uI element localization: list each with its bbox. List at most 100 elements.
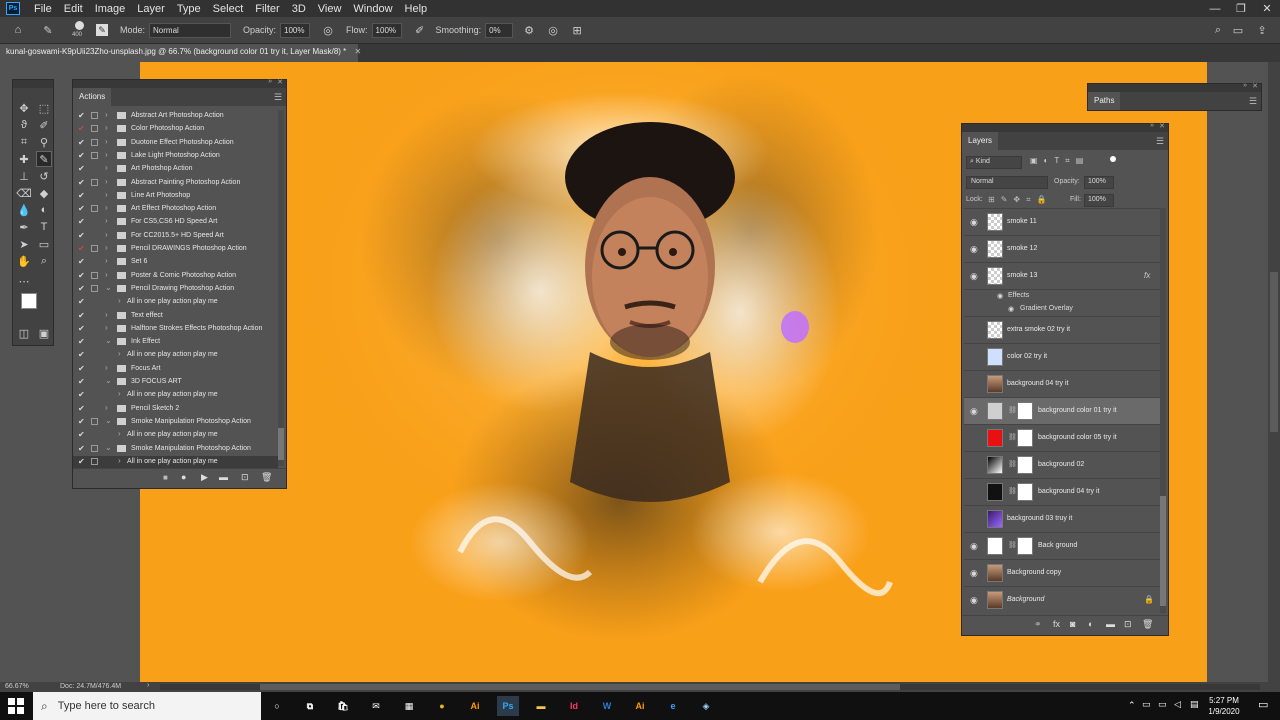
shape-tool-icon[interactable]: ▭ [36, 236, 52, 252]
new-layer-icon[interactable]: ⊡ [1124, 619, 1132, 630]
blend-mode-select[interactable]: Normal [966, 176, 1048, 189]
pressure-size-icon[interactable]: ◎ [545, 22, 561, 38]
action-checkmark-icon[interactable]: ✔ [78, 311, 86, 320]
action-checkmark-icon[interactable]: ✔ [78, 297, 86, 306]
action-set-item[interactable]: ✔ › Duotone Effect Photoshop Action [73, 137, 278, 150]
symmetry-icon[interactable]: ⊞ [569, 22, 585, 38]
cortana-icon[interactable]: ○ [266, 696, 288, 716]
foreground-color-swatch[interactable] [21, 293, 37, 309]
chevron-right-icon[interactable]: › [118, 456, 121, 465]
brush-tool-active-icon[interactable]: ✎ [36, 151, 52, 167]
brush-settings-icon[interactable]: ✎ [96, 24, 108, 36]
action-checkmark-icon[interactable]: ✔ [78, 404, 86, 413]
action-set-item[interactable]: ✔ › Set 6 [73, 256, 278, 269]
new-action-icon[interactable]: ⊡ [241, 472, 249, 483]
chevron-right-icon[interactable]: › [105, 230, 108, 239]
dialog-toggle-icon[interactable] [91, 457, 98, 465]
menu-layer[interactable]: Layer [131, 3, 171, 15]
action-set-item[interactable]: ✔ › Halftone Strokes Effects Photoshop Act… [73, 323, 278, 336]
healing-brush-tool-icon[interactable]: ✚ [16, 151, 32, 167]
type-tool-icon[interactable]: T [36, 219, 52, 235]
flow-field[interactable]: 100% [371, 22, 402, 38]
mode-select[interactable]: Normal [149, 22, 232, 38]
layer-row[interactable]: ◉ Background copy [964, 560, 1160, 587]
action-item[interactable]: ✔ › All in one play action play me [73, 429, 278, 442]
layer-row[interactable]: extra smoke 02 try it [964, 317, 1160, 344]
action-checkmark-icon[interactable]: ✔ [78, 457, 86, 466]
crop-tool-icon[interactable]: ⌗ [16, 134, 32, 150]
action-checkmark-icon[interactable]: ✔ [78, 284, 86, 293]
photoshop-icon[interactable]: Ps [497, 696, 519, 716]
action-checkmark-icon[interactable]: ✔ [78, 138, 86, 147]
chevron-right-icon[interactable]: › [105, 310, 108, 319]
action-checkmark-icon[interactable]: ✔ [78, 271, 86, 280]
zoom-level[interactable]: 66.67% [5, 683, 29, 690]
path-selection-tool-icon[interactable]: ➤ [16, 236, 32, 252]
chevron-down-icon[interactable]: ⌄ [105, 416, 112, 425]
smoothing-field[interactable]: 0% [485, 22, 514, 38]
chevron-right-icon[interactable]: › [105, 363, 108, 372]
chevron-right-icon[interactable]: › [105, 270, 108, 279]
action-checkmark-icon[interactable]: ✔ [78, 244, 86, 253]
action-set-item[interactable]: ✔ ⌄ 3D FOCUS ART [73, 376, 278, 389]
chain-link-icon[interactable]: ⛓ [1008, 406, 1017, 414]
action-item[interactable]: ✔ › All in one play action play me [73, 455, 278, 468]
menu-3d[interactable]: 3D [286, 3, 312, 15]
chevron-right-icon[interactable]: › [105, 163, 108, 172]
volume-icon[interactable]: ◁ [1174, 699, 1181, 710]
taskbar-clock[interactable]: 5:27 PM 1/9/2020 [1206, 695, 1242, 717]
menu-edit[interactable]: Edit [58, 3, 89, 15]
filter-toggle-icon[interactable] [1110, 156, 1116, 162]
chevron-down-icon[interactable]: ⌄ [105, 283, 112, 292]
menu-window[interactable]: Window [347, 3, 398, 15]
tab-layers[interactable]: Layers [962, 132, 999, 150]
dialog-toggle-icon[interactable] [91, 417, 98, 425]
adjustment-layer-icon[interactable]: ◐ [1088, 619, 1093, 629]
history-brush-tool-icon[interactable]: ↺ [36, 168, 52, 184]
chain-link-icon[interactable]: ⛓ [1008, 541, 1017, 549]
task-view-icon[interactable]: ⧉ [299, 696, 321, 716]
chevron-down-icon[interactable]: ⌄ [105, 443, 112, 452]
action-set-item[interactable]: ✔ ⌄ Pencil Drawing Photoshop Action [73, 283, 278, 296]
layer-row[interactable]: ◉ smoke 12 [964, 236, 1160, 263]
collapse-panel-icon[interactable]: » [1243, 82, 1247, 89]
layer-fill-field[interactable]: 100% [1084, 194, 1114, 207]
file-explorer-icon[interactable]: ▬ [530, 696, 552, 716]
layer-row[interactable]: ◉ ⛓ Back ground [964, 533, 1160, 560]
windows-start-icon[interactable] [8, 698, 24, 714]
gradient-overlay-row[interactable]: ◉ Gradient Overlay [964, 303, 1160, 317]
chevron-right-icon[interactable]: › [118, 296, 121, 305]
action-set-item[interactable]: ✔ › Abstract Art Photoshop Action [73, 110, 278, 123]
layer-mask-thumbnail[interactable] [1017, 402, 1033, 420]
app-icon[interactable]: ◈ [695, 696, 717, 716]
panel-menu-icon[interactable]: ☰ [1249, 96, 1257, 107]
action-item[interactable]: ✔ › All in one play action play me [73, 296, 278, 309]
close-document-icon[interactable]: ✕ [355, 47, 362, 56]
status-arrow-icon[interactable]: › [147, 682, 149, 689]
action-set-item[interactable]: ✔ › Focus Art [73, 363, 278, 376]
add-style-icon[interactable]: fx [1053, 619, 1060, 629]
dialog-toggle-icon[interactable] [91, 205, 98, 213]
action-set-item[interactable]: ✔ › Art Effect Photoshop Action [73, 203, 278, 216]
action-checkmark-icon[interactable]: ✔ [78, 324, 86, 333]
dialog-toggle-icon[interactable] [91, 151, 98, 159]
action-checkmark-icon[interactable]: ✔ [78, 417, 86, 426]
action-checkmark-icon[interactable]: ✔ [78, 257, 86, 266]
record-icon[interactable]: ● [181, 472, 186, 482]
action-set-item[interactable]: ✔ › Pencil Sketch 2 [73, 403, 278, 416]
dialog-toggle-icon[interactable] [91, 444, 98, 452]
chevron-right-icon[interactable]: › [118, 389, 121, 398]
illustrator-icon-2[interactable]: Ai [629, 696, 651, 716]
chain-link-icon[interactable]: ⛓ [1008, 460, 1017, 468]
illustrator-icon[interactable]: Ai [464, 696, 486, 716]
eye-icon[interactable]: ◉ [970, 217, 980, 228]
layer-row[interactable]: ◉ smoke 11 [964, 209, 1160, 236]
indesign-icon[interactable]: Id [563, 696, 585, 716]
action-checkmark-icon[interactable]: ✔ [78, 430, 86, 439]
layer-effects-row[interactable]: ◉ Effects [964, 290, 1160, 303]
menu-view[interactable]: View [312, 3, 348, 15]
hand-tool-icon[interactable]: ✋ [16, 253, 32, 269]
layer-row[interactable]: ◉ Background 🔒 [964, 587, 1160, 613]
maximize-button[interactable]: ❐ [1228, 0, 1254, 17]
chevron-down-icon[interactable]: ⌄ [105, 336, 112, 345]
